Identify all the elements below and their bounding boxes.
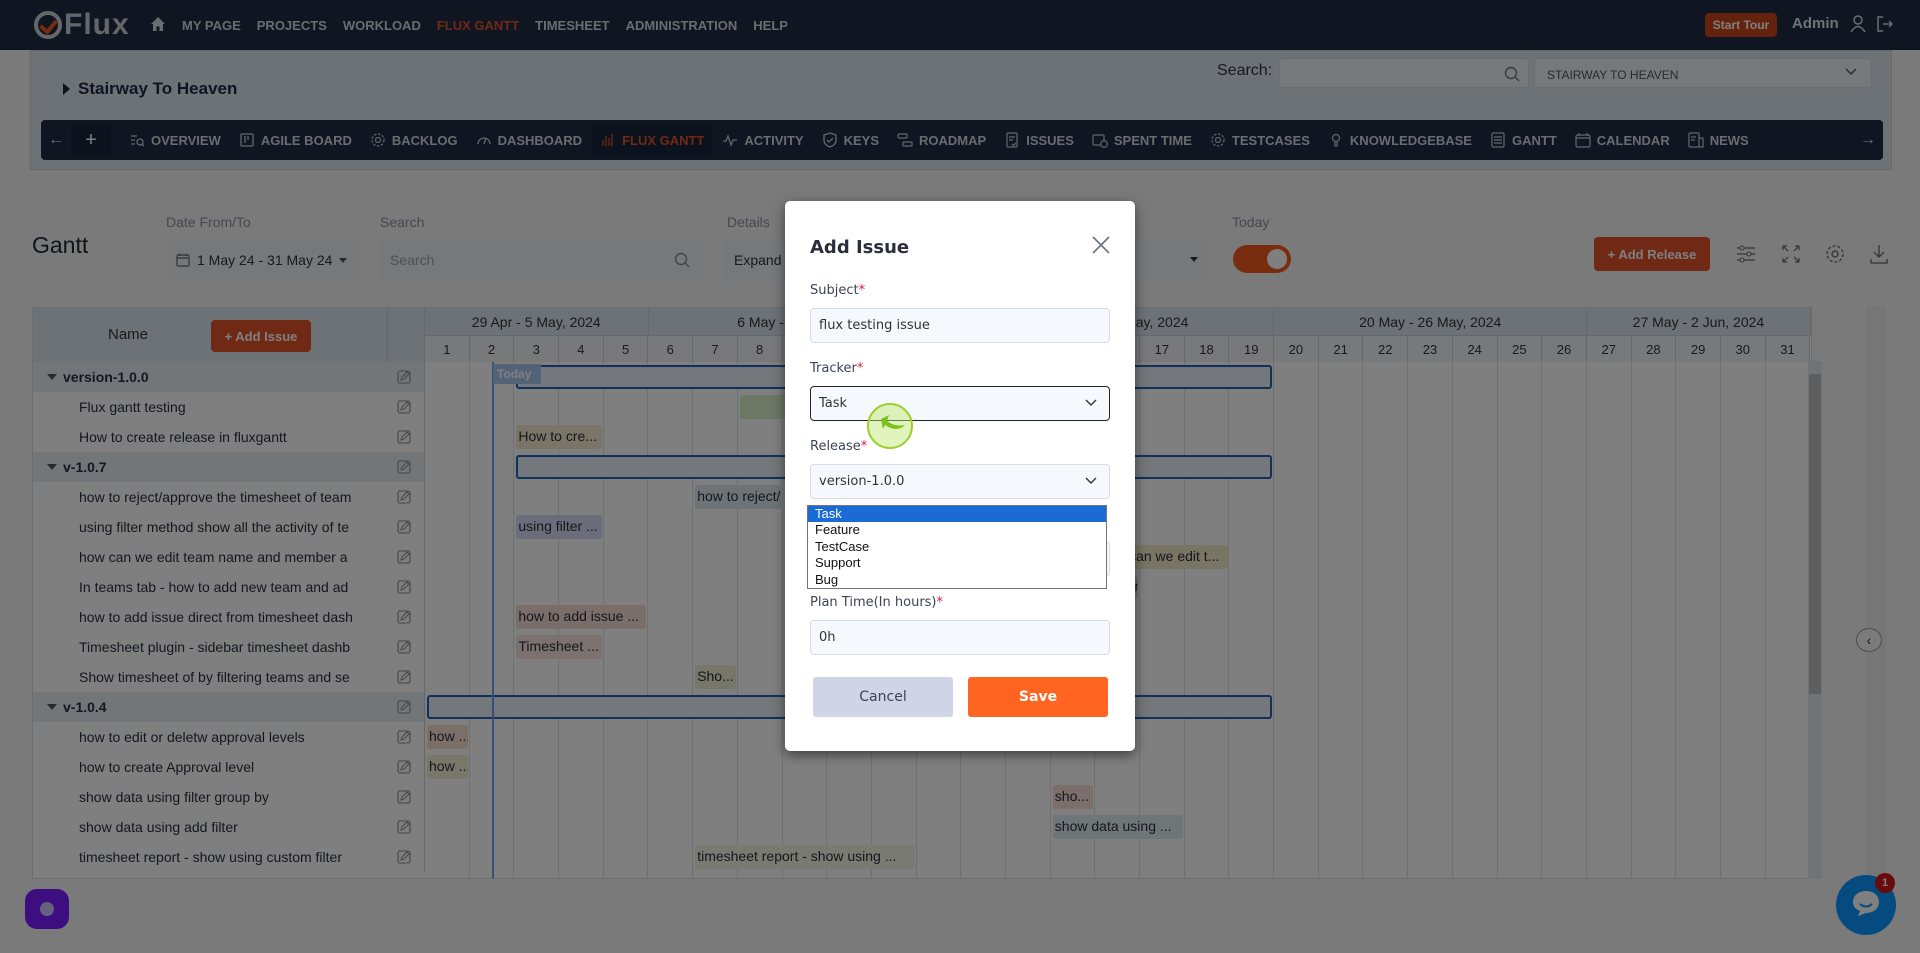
- tracker-select[interactable]: Task: [810, 386, 1110, 421]
- release-label-text: Release: [810, 439, 861, 454]
- tracker-option-support[interactable]: Support: [808, 555, 1106, 571]
- chevron-down-icon: [1085, 477, 1097, 484]
- plan-time-value: 0h: [819, 630, 836, 645]
- tracker-label: Tracker*: [810, 361, 863, 376]
- plan-time-label-text: Plan Time(In hours): [810, 595, 937, 610]
- plan-time-label: Plan Time(In hours)*: [810, 595, 943, 610]
- save-button[interactable]: Save: [968, 677, 1108, 717]
- subject-label: Subject*: [810, 283, 865, 298]
- tracker-label-text: Tracker: [810, 361, 857, 376]
- click-indicator: [867, 403, 913, 449]
- tracker-option-feature[interactable]: Feature: [808, 522, 1106, 538]
- required-mark: *: [856, 361, 864, 376]
- cursor-arrow-icon: [881, 415, 905, 429]
- subject-input[interactable]: flux testing issue: [810, 308, 1110, 343]
- required-mark: *: [936, 595, 944, 610]
- close-icon[interactable]: [1091, 235, 1111, 255]
- tracker-option-task[interactable]: Task: [808, 506, 1106, 523]
- tracker-options-dropdown: Task Feature TestCase Support Bug: [807, 505, 1107, 589]
- release-label: Release*: [810, 439, 867, 454]
- plan-time-input[interactable]: 0h: [810, 620, 1110, 655]
- tracker-value: Task: [819, 396, 848, 411]
- subject-label-text: Subject: [810, 283, 859, 298]
- required-mark: *: [860, 439, 868, 454]
- release-value: version-1.0.0: [819, 474, 905, 489]
- tracker-option-bug[interactable]: Bug: [808, 572, 1106, 588]
- required-mark: *: [858, 283, 866, 298]
- tracker-option-testcase[interactable]: TestCase: [808, 539, 1106, 555]
- release-select[interactable]: version-1.0.0: [810, 464, 1110, 499]
- modal-title: Add Issue: [810, 237, 910, 258]
- add-issue-modal: Add Issue Subject* flux testing issue Tr…: [785, 201, 1135, 751]
- subject-value: flux testing issue: [819, 318, 930, 333]
- chevron-down-icon: [1085, 399, 1097, 406]
- cancel-button[interactable]: Cancel: [813, 677, 953, 717]
